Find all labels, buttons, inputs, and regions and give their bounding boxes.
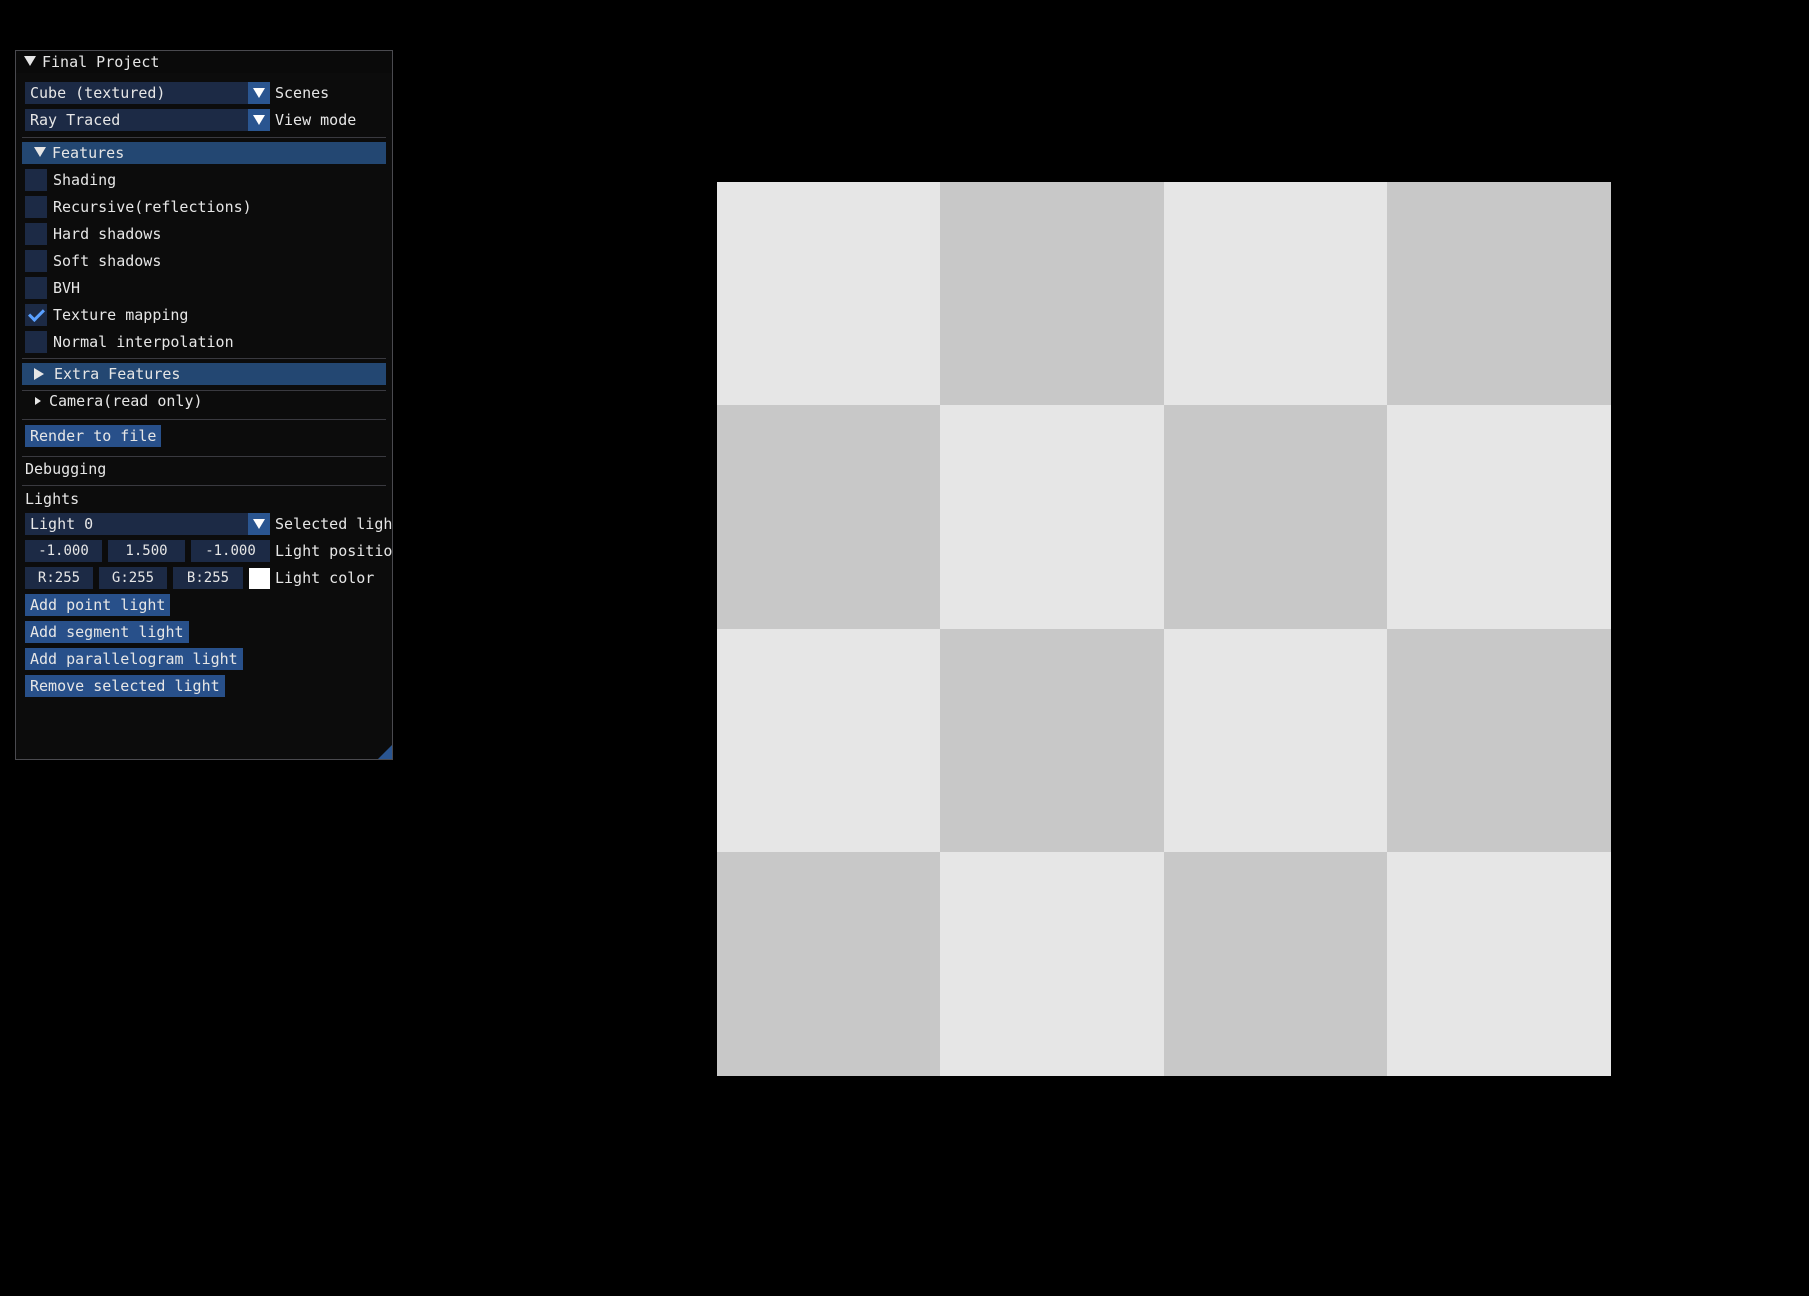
checker-tile	[717, 628, 941, 853]
separator	[22, 137, 386, 138]
checker-tile	[717, 182, 941, 406]
checker-tile	[1386, 405, 1611, 630]
light-position-y-field[interactable]: 1.500	[108, 540, 185, 562]
extra-features-header[interactable]: Extra Features	[22, 363, 386, 385]
checker-tile	[1386, 851, 1611, 1076]
light-position-x-field[interactable]: -1.000	[25, 540, 102, 562]
chevron-down-icon[interactable]	[248, 513, 270, 535]
scene-combo-label: Scenes	[275, 84, 330, 102]
light-color-label: Light color	[275, 569, 375, 587]
camera-tree-node[interactable]: Camera(read only)	[35, 391, 203, 411]
render-viewport	[717, 182, 1611, 1076]
app-root: Final Project Cube (textured) Scenes Ray…	[0, 0, 1809, 1296]
view-mode-combo[interactable]: Ray Traced	[25, 109, 270, 131]
remove-selected-light-button[interactable]: Remove selected light	[25, 675, 225, 697]
features-header[interactable]: Features	[22, 142, 386, 164]
collapse-arrow-icon[interactable]	[24, 56, 36, 66]
view-mode-combo-label: View mode	[275, 111, 357, 129]
checkbox-box[interactable]	[25, 277, 47, 299]
chevron-down-icon[interactable]	[248, 82, 270, 104]
lights-label: Lights	[25, 490, 80, 508]
add-segment-light-button[interactable]: Add segment light	[25, 621, 189, 643]
checker-tile	[1163, 851, 1388, 1076]
selected-light-combo-value: Light 0	[30, 515, 94, 533]
checker-tile	[940, 628, 1165, 853]
features-header-label: Features	[52, 144, 125, 162]
checkbox-label: Hard shadows	[53, 225, 162, 243]
checker-tile	[1163, 405, 1388, 630]
window-title-bar[interactable]: Final Project	[16, 51, 392, 73]
render-to-file-button[interactable]: Render to file	[25, 425, 162, 447]
separator	[22, 419, 386, 420]
checker-tile	[1386, 182, 1611, 406]
checkbox-label: Shading	[53, 171, 117, 189]
chevron-down-icon[interactable]	[248, 109, 270, 131]
expand-arrow-icon	[34, 368, 44, 380]
checker-tile	[1386, 628, 1611, 853]
checkbox-box[interactable]	[25, 196, 47, 218]
checker-tile	[940, 405, 1165, 630]
checkbox-label: BVH	[53, 279, 81, 297]
window-title: Final Project	[42, 53, 160, 71]
checker-tile	[1163, 628, 1388, 853]
camera-tree-node-label: Camera(read only)	[49, 392, 203, 410]
selected-light-label: Selected ligh	[275, 515, 393, 533]
expand-arrow-icon	[35, 397, 41, 405]
collapse-arrow-icon	[34, 147, 46, 157]
light-color-b-field[interactable]: B:255	[173, 567, 243, 589]
checker-tile	[717, 851, 941, 1076]
control-window: Final Project Cube (textured) Scenes Ray…	[15, 50, 393, 760]
checkbox-label: Soft shadows	[53, 252, 162, 270]
checker-tile	[940, 182, 1165, 406]
checkbox-box[interactable]	[25, 331, 47, 353]
light-color-g-field[interactable]: G:255	[99, 567, 167, 589]
scene-combo[interactable]: Cube (textured)	[25, 82, 270, 104]
resize-grip-icon[interactable]	[378, 745, 392, 759]
light-color-swatch[interactable]	[249, 568, 270, 589]
checkbox-box[interactable]	[25, 169, 47, 191]
light-color-r-field[interactable]: R:255	[25, 567, 93, 589]
add-parallelogram-light-button[interactable]: Add parallelogram light	[25, 648, 243, 670]
checkbox-box[interactable]	[25, 223, 47, 245]
light-position-label: Light positio	[275, 542, 393, 560]
view-mode-combo-value: Ray Traced	[30, 111, 121, 129]
checker-tile	[940, 851, 1165, 1076]
scene-combo-value: Cube (textured)	[30, 84, 166, 102]
checkbox-label: Normal interpolation	[53, 333, 234, 351]
separator	[22, 456, 386, 457]
checkbox-box[interactable]	[25, 250, 47, 272]
light-position-z-field[interactable]: -1.000	[191, 540, 270, 562]
debugging-label: Debugging	[25, 460, 107, 478]
checker-tile	[1163, 182, 1388, 406]
separator	[22, 358, 386, 359]
checkbox-label: Recursive(reflections)	[53, 198, 252, 216]
add-point-light-button[interactable]: Add point light	[25, 594, 171, 616]
checker-tile	[717, 405, 941, 630]
extra-features-header-label: Extra Features	[54, 365, 181, 383]
selected-light-combo[interactable]: Light 0	[25, 513, 270, 535]
checkmark-icon[interactable]	[25, 304, 47, 326]
checkbox-label: Texture mapping	[53, 306, 189, 324]
separator	[22, 485, 386, 486]
